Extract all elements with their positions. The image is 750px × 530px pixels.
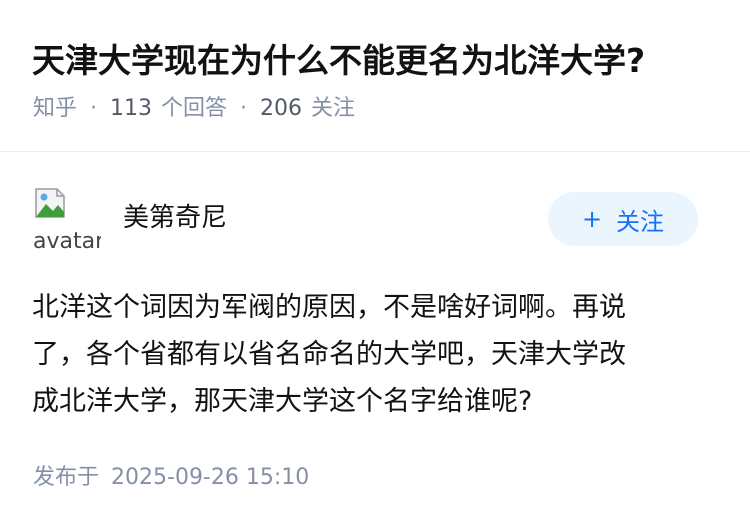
publish-info: 发布于 2025-09-26 15:10 (33, 460, 309, 496)
follow-button[interactable]: + 关注 (548, 192, 698, 246)
avatar[interactable]: avatar (33, 186, 101, 254)
source-label[interactable]: 知乎 (33, 92, 77, 126)
answer-card: 天津大学现在为什么不能更名为北洋大学? 知乎 · 113 个回答 · 206 关… (0, 0, 750, 530)
follower-count-label: 关注 (311, 96, 356, 121)
publish-label: 发布于 (33, 465, 100, 490)
answer-line: 了，各个省都有以省名命名的大学吧，天津大学改 (32, 339, 626, 370)
answer-line: 成北洋大学，那天津大学这个名字给谁呢? (32, 386, 533, 417)
answer-count-label: 个回答 (161, 96, 228, 121)
publish-time: 2025-09-26 15:10 (111, 465, 310, 490)
meta-separator: · (90, 96, 98, 121)
question-meta: 知乎 · 113 个回答 · 206 关注 (33, 92, 355, 126)
plus-icon: + (581, 205, 603, 233)
question-title[interactable]: 天津大学现在为什么不能更名为北洋大学? (32, 38, 645, 84)
meta-separator: · (240, 96, 248, 121)
answer-count: 113 (110, 96, 153, 121)
answer-content: 北洋这个词因为军阀的原因，不是啥好词啊。再说 了，各个省都有以省名命名的大学吧，… (32, 284, 722, 425)
question-header: 天津大学现在为什么不能更名为北洋大学? 知乎 · 113 个回答 · 206 关… (0, 0, 750, 152)
avatar-alt-text: avatar (33, 229, 101, 254)
answer-line: 北洋这个词因为军阀的原因，不是啥好词啊。再说 (32, 292, 626, 323)
follower-count: 206 (260, 96, 303, 121)
follow-button-label: 关注 (616, 207, 665, 236)
broken-image-icon (35, 188, 65, 218)
author-name[interactable]: 美第奇尼 (123, 198, 227, 238)
